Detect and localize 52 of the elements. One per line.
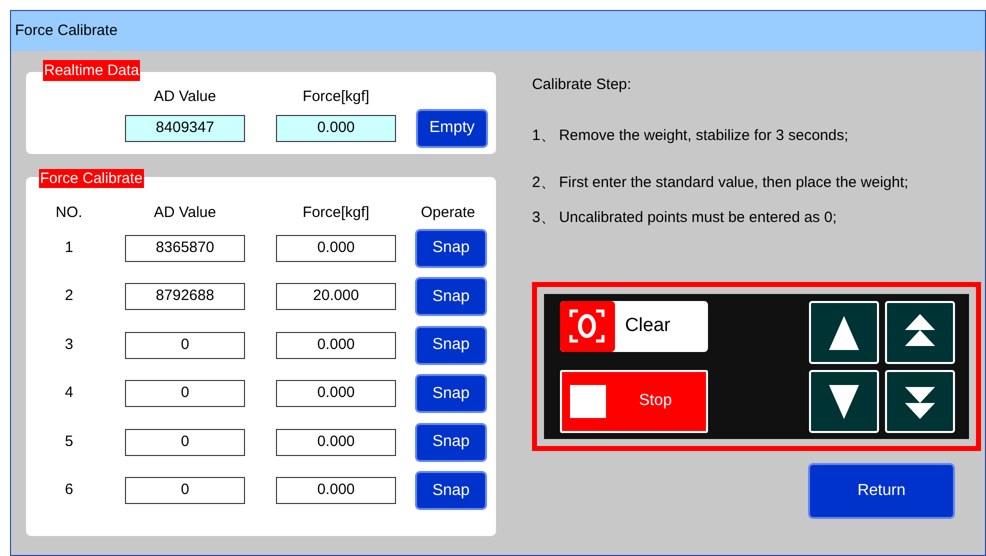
step-number: 1、 [532,126,556,146]
snap-button[interactable]: Snap [415,326,487,364]
double-down-arrow-button[interactable] [884,370,955,432]
force-display[interactable]: 0.000 [276,114,396,142]
empty-button[interactable]: Empty [416,108,488,148]
snap-button[interactable]: Snap [415,277,487,316]
return-button[interactable]: Return [808,463,955,519]
ad-value-field[interactable]: 8365870 [125,234,245,262]
row-number: 2 [64,286,74,306]
step-number: 2、 [532,173,556,193]
row-number: 4 [64,383,74,404]
column-header: AD Value [152,203,218,223]
snap-button[interactable]: Snap [415,374,487,413]
column-header: Operate [420,203,476,223]
column-header: Force[kgf] [302,203,370,223]
snap-button[interactable]: Snap [415,422,487,462]
row-number: 5 [64,432,74,452]
step-text: Uncalibrated points must be entered as 0; [558,208,838,228]
ad-value-field[interactable]: 0 [125,332,245,358]
ad-value-field[interactable]: 0 [125,477,245,504]
ad-value-field[interactable]: 8792688 [125,283,245,310]
force-field[interactable]: 0.000 [276,428,396,456]
window-title: Force Calibrate [15,20,118,41]
double-up-arrow-button[interactable] [884,300,955,364]
zero-frame-icon [568,307,606,345]
step-text: First enter the standard value, then place the weight; [558,173,910,193]
force-field[interactable]: 20.000 [276,283,396,310]
up-arrow-button[interactable] [808,300,879,364]
down-arrow-button[interactable] [808,370,879,432]
clear-button[interactable]: Clear [560,300,708,352]
step-number: 3、 [532,208,556,228]
column-header: AD Value [152,87,218,107]
row-number: 6 [64,480,74,500]
stop-button[interactable]: Stop [560,370,708,432]
force-field[interactable]: 0.000 [276,477,396,504]
ad-value-field[interactable]: 0 [125,380,245,407]
steps-title: Calibrate Step: [532,75,632,95]
column-header: Force[kgf] [302,87,370,107]
section-label: Realtime Data [43,60,140,81]
row-number: 1 [64,238,74,258]
stop-square-icon [570,384,606,418]
column-header: NO. [54,203,84,223]
section-label: Force Calibrate [39,169,144,188]
snap-button[interactable]: Snap [415,471,487,510]
force-field[interactable]: 0.000 [276,380,396,407]
row-number: 3 [64,334,74,355]
snap-button[interactable]: Snap [415,228,487,268]
step-text: Remove the weight, stabilize for 3 seconds; [558,126,850,146]
ad-value-field[interactable]: 0 [125,428,245,456]
ad-value-display[interactable]: 8409347 [125,114,245,142]
force-field[interactable]: 0.000 [276,234,396,262]
force-field[interactable]: 0.000 [276,332,396,358]
